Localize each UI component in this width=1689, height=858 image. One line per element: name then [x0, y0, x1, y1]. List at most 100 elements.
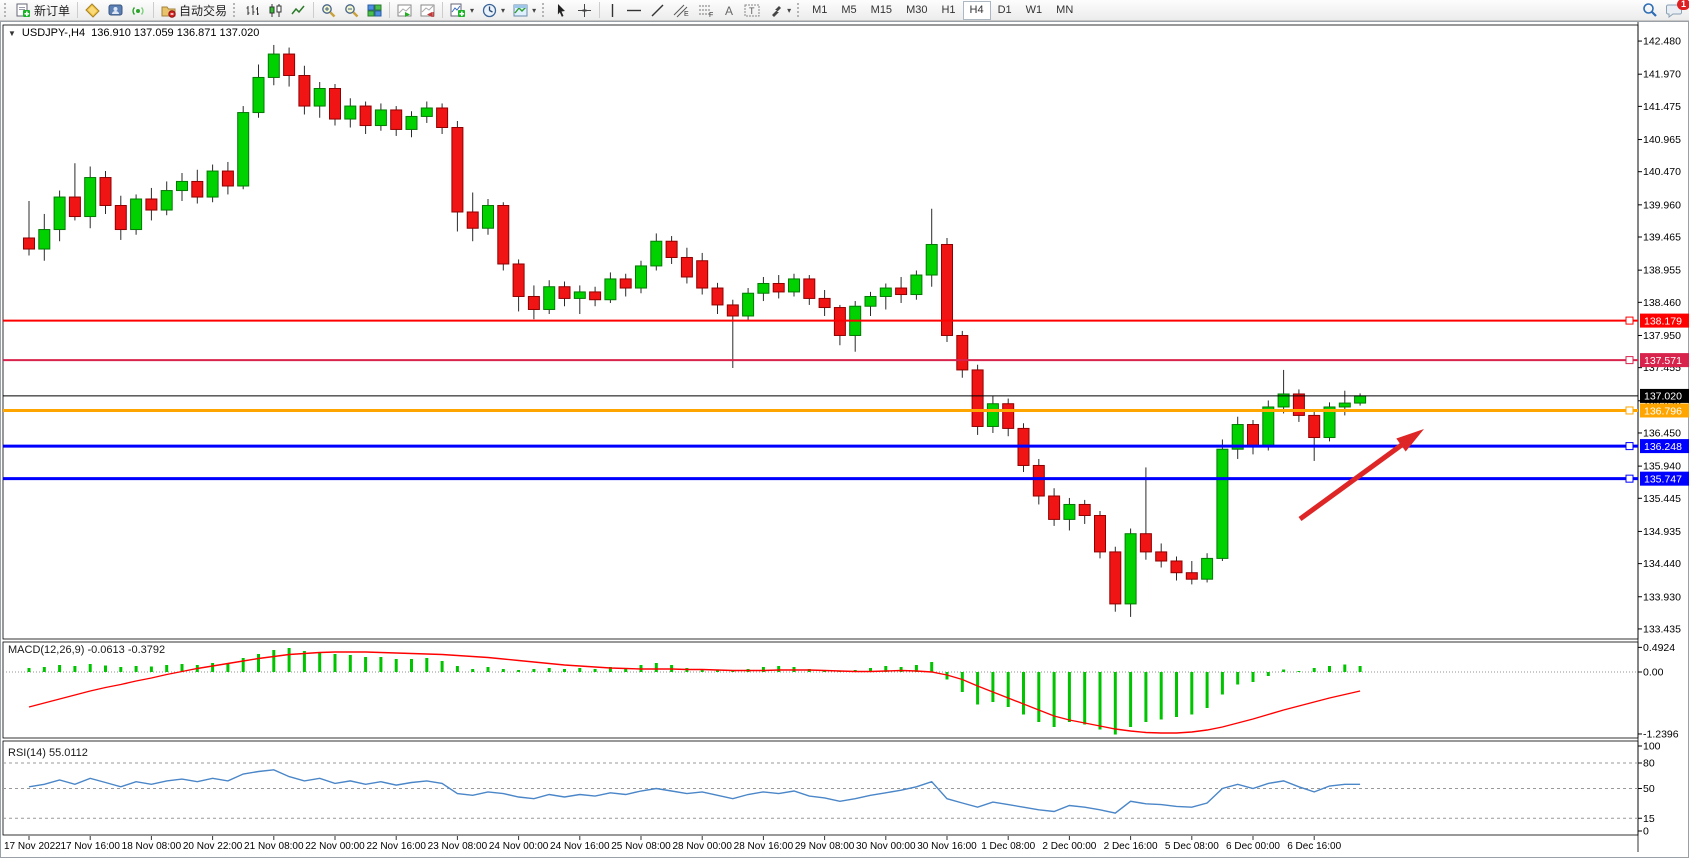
trendline-button[interactable]: [646, 1, 669, 20]
tf-m5-button[interactable]: M5: [834, 1, 863, 20]
hline-handle[interactable]: [1626, 443, 1633, 450]
svg-text:23 Nov 08:00: 23 Nov 08:00: [428, 841, 488, 852]
svg-text:24 Nov 16:00: 24 Nov 16:00: [550, 841, 610, 852]
tf-m15-button[interactable]: M15: [864, 1, 899, 20]
hline-button[interactable]: [622, 1, 646, 20]
chart-candles-button[interactable]: [264, 1, 287, 20]
svg-text:21 Nov 08:00: 21 Nov 08:00: [244, 841, 304, 852]
templates-button[interactable]: ▾: [509, 1, 540, 20]
chart-bars-icon: [245, 3, 260, 18]
toolbar-grip: [233, 3, 239, 17]
fibonacci-button[interactable]: F: [694, 1, 719, 20]
fibonacci-icon: F: [698, 3, 715, 18]
svg-text:18 Nov 08:00: 18 Nov 08:00: [122, 841, 182, 852]
svg-text:136.248: 136.248: [1644, 441, 1682, 453]
channel-button[interactable]: E: [669, 1, 694, 20]
notifications-button[interactable]: 1: [1662, 1, 1687, 20]
chart-shift-icon: [420, 3, 435, 18]
svg-text:17 Nov 2022: 17 Nov 2022: [4, 841, 61, 852]
chevron-down-icon: ▾: [787, 6, 791, 15]
cursor-button[interactable]: [550, 1, 573, 20]
tf-d1-button[interactable]: D1: [991, 1, 1019, 20]
svg-text:141.970: 141.970: [1643, 69, 1681, 81]
toolbar-grip: [797, 3, 803, 17]
vline-button[interactable]: [603, 1, 622, 20]
tf-m1-button[interactable]: M1: [805, 1, 834, 20]
chevron-down-icon: ▾: [501, 6, 505, 15]
svg-text:22 Nov 00:00: 22 Nov 00:00: [305, 841, 365, 852]
svg-text:100: 100: [1643, 741, 1661, 753]
tf-h1-button[interactable]: H1: [934, 1, 962, 20]
vline-icon: [607, 3, 618, 18]
svg-text:5 Dec 08:00: 5 Dec 08:00: [1165, 841, 1219, 852]
chart-shift-button[interactable]: [416, 1, 439, 20]
terminal-button[interactable]: [104, 1, 127, 20]
text-icon: A: [723, 3, 736, 18]
autotrade-button[interactable]: 自动交易: [157, 1, 231, 20]
hline-handle[interactable]: [1626, 357, 1633, 364]
svg-text:A: A: [725, 4, 733, 18]
arrows-button[interactable]: ▾: [765, 1, 795, 20]
signals-button[interactable]: [127, 1, 150, 20]
svg-text:17 Nov 16:00: 17 Nov 16:00: [60, 841, 120, 852]
svg-text:2 Dec 00:00: 2 Dec 00:00: [1042, 841, 1096, 852]
macd-label: MACD(12,26,9) -0.0613 -0.3792: [8, 644, 165, 656]
tf-h4-button[interactable]: H4: [963, 1, 991, 20]
collapse-icon[interactable]: ▼: [8, 29, 16, 38]
svg-text:24 Nov 00:00: 24 Nov 00:00: [489, 841, 549, 852]
svg-text:142.480: 142.480: [1643, 36, 1681, 48]
editor-button[interactable]: [81, 1, 104, 20]
hline-icon: [626, 3, 642, 18]
chart-bars-button[interactable]: [241, 1, 264, 20]
tile-windows-button[interactable]: [363, 1, 386, 20]
hline-handle[interactable]: [1626, 475, 1633, 482]
indicators-button[interactable]: ▾: [446, 1, 478, 20]
svg-text:30 Nov 00:00: 30 Nov 00:00: [856, 841, 916, 852]
tf-mn-button[interactable]: MN: [1049, 1, 1080, 20]
main-toolbar: 新订单 自动交易 ▾ ▾ ▾ E F A T ▾ M1M5M15M30H1H4D…: [0, 0, 1689, 21]
svg-text:50: 50: [1643, 783, 1655, 795]
chart-title: ▼ USDJPY-,H4 136.910 137.059 136.871 137…: [8, 27, 259, 39]
search-button[interactable]: [1638, 1, 1662, 20]
crosshair-button[interactable]: [573, 1, 596, 20]
crosshair-icon: [577, 3, 592, 18]
tile-windows-icon: [367, 3, 382, 18]
svg-text:139.960: 139.960: [1643, 199, 1681, 211]
chart-line-button[interactable]: [287, 1, 310, 20]
tf-m30-button[interactable]: M30: [899, 1, 934, 20]
svg-text:137.571: 137.571: [1644, 355, 1682, 367]
svg-text:136.450: 136.450: [1643, 427, 1681, 439]
svg-text:141.475: 141.475: [1643, 101, 1681, 113]
zoom-in-button[interactable]: [317, 1, 340, 20]
svg-text:134.440: 134.440: [1643, 558, 1681, 570]
signals-icon: [131, 3, 146, 18]
svg-text:135.940: 135.940: [1643, 461, 1681, 473]
auto-scroll-button[interactable]: [393, 1, 416, 20]
text-button[interactable]: A: [719, 1, 740, 20]
label-button[interactable]: T: [740, 1, 765, 20]
tf-w1-button[interactable]: W1: [1019, 1, 1050, 20]
svg-text:0.4924: 0.4924: [1643, 642, 1675, 654]
search-icon: [1642, 2, 1658, 18]
zoom-out-button[interactable]: [340, 1, 363, 20]
svg-text:137.950: 137.950: [1643, 330, 1681, 342]
svg-text:22 Nov 16:00: 22 Nov 16:00: [366, 841, 426, 852]
indicators-icon: [450, 3, 466, 18]
timeframe-group: M1M5M15M30H1H4D1W1MN: [805, 0, 1080, 20]
autotrade-icon: [161, 3, 176, 18]
separator: [77, 2, 78, 18]
separator: [389, 2, 390, 18]
periods-button[interactable]: ▾: [478, 1, 509, 20]
svg-text:15: 15: [1643, 813, 1655, 825]
trendline-icon: [650, 3, 665, 18]
svg-text:140.965: 140.965: [1643, 134, 1681, 146]
symbol-period-label: USDJPY-,H4: [22, 27, 85, 39]
new-order-button[interactable]: 新订单: [12, 1, 74, 20]
hline-handle[interactable]: [1626, 317, 1633, 324]
svg-text:25 Nov 08:00: 25 Nov 08:00: [611, 841, 671, 852]
hline-handle[interactable]: [1626, 407, 1633, 414]
separator: [313, 2, 314, 18]
arrows-icon: [769, 3, 783, 18]
svg-text:136.796: 136.796: [1644, 405, 1682, 417]
separator: [599, 2, 600, 18]
